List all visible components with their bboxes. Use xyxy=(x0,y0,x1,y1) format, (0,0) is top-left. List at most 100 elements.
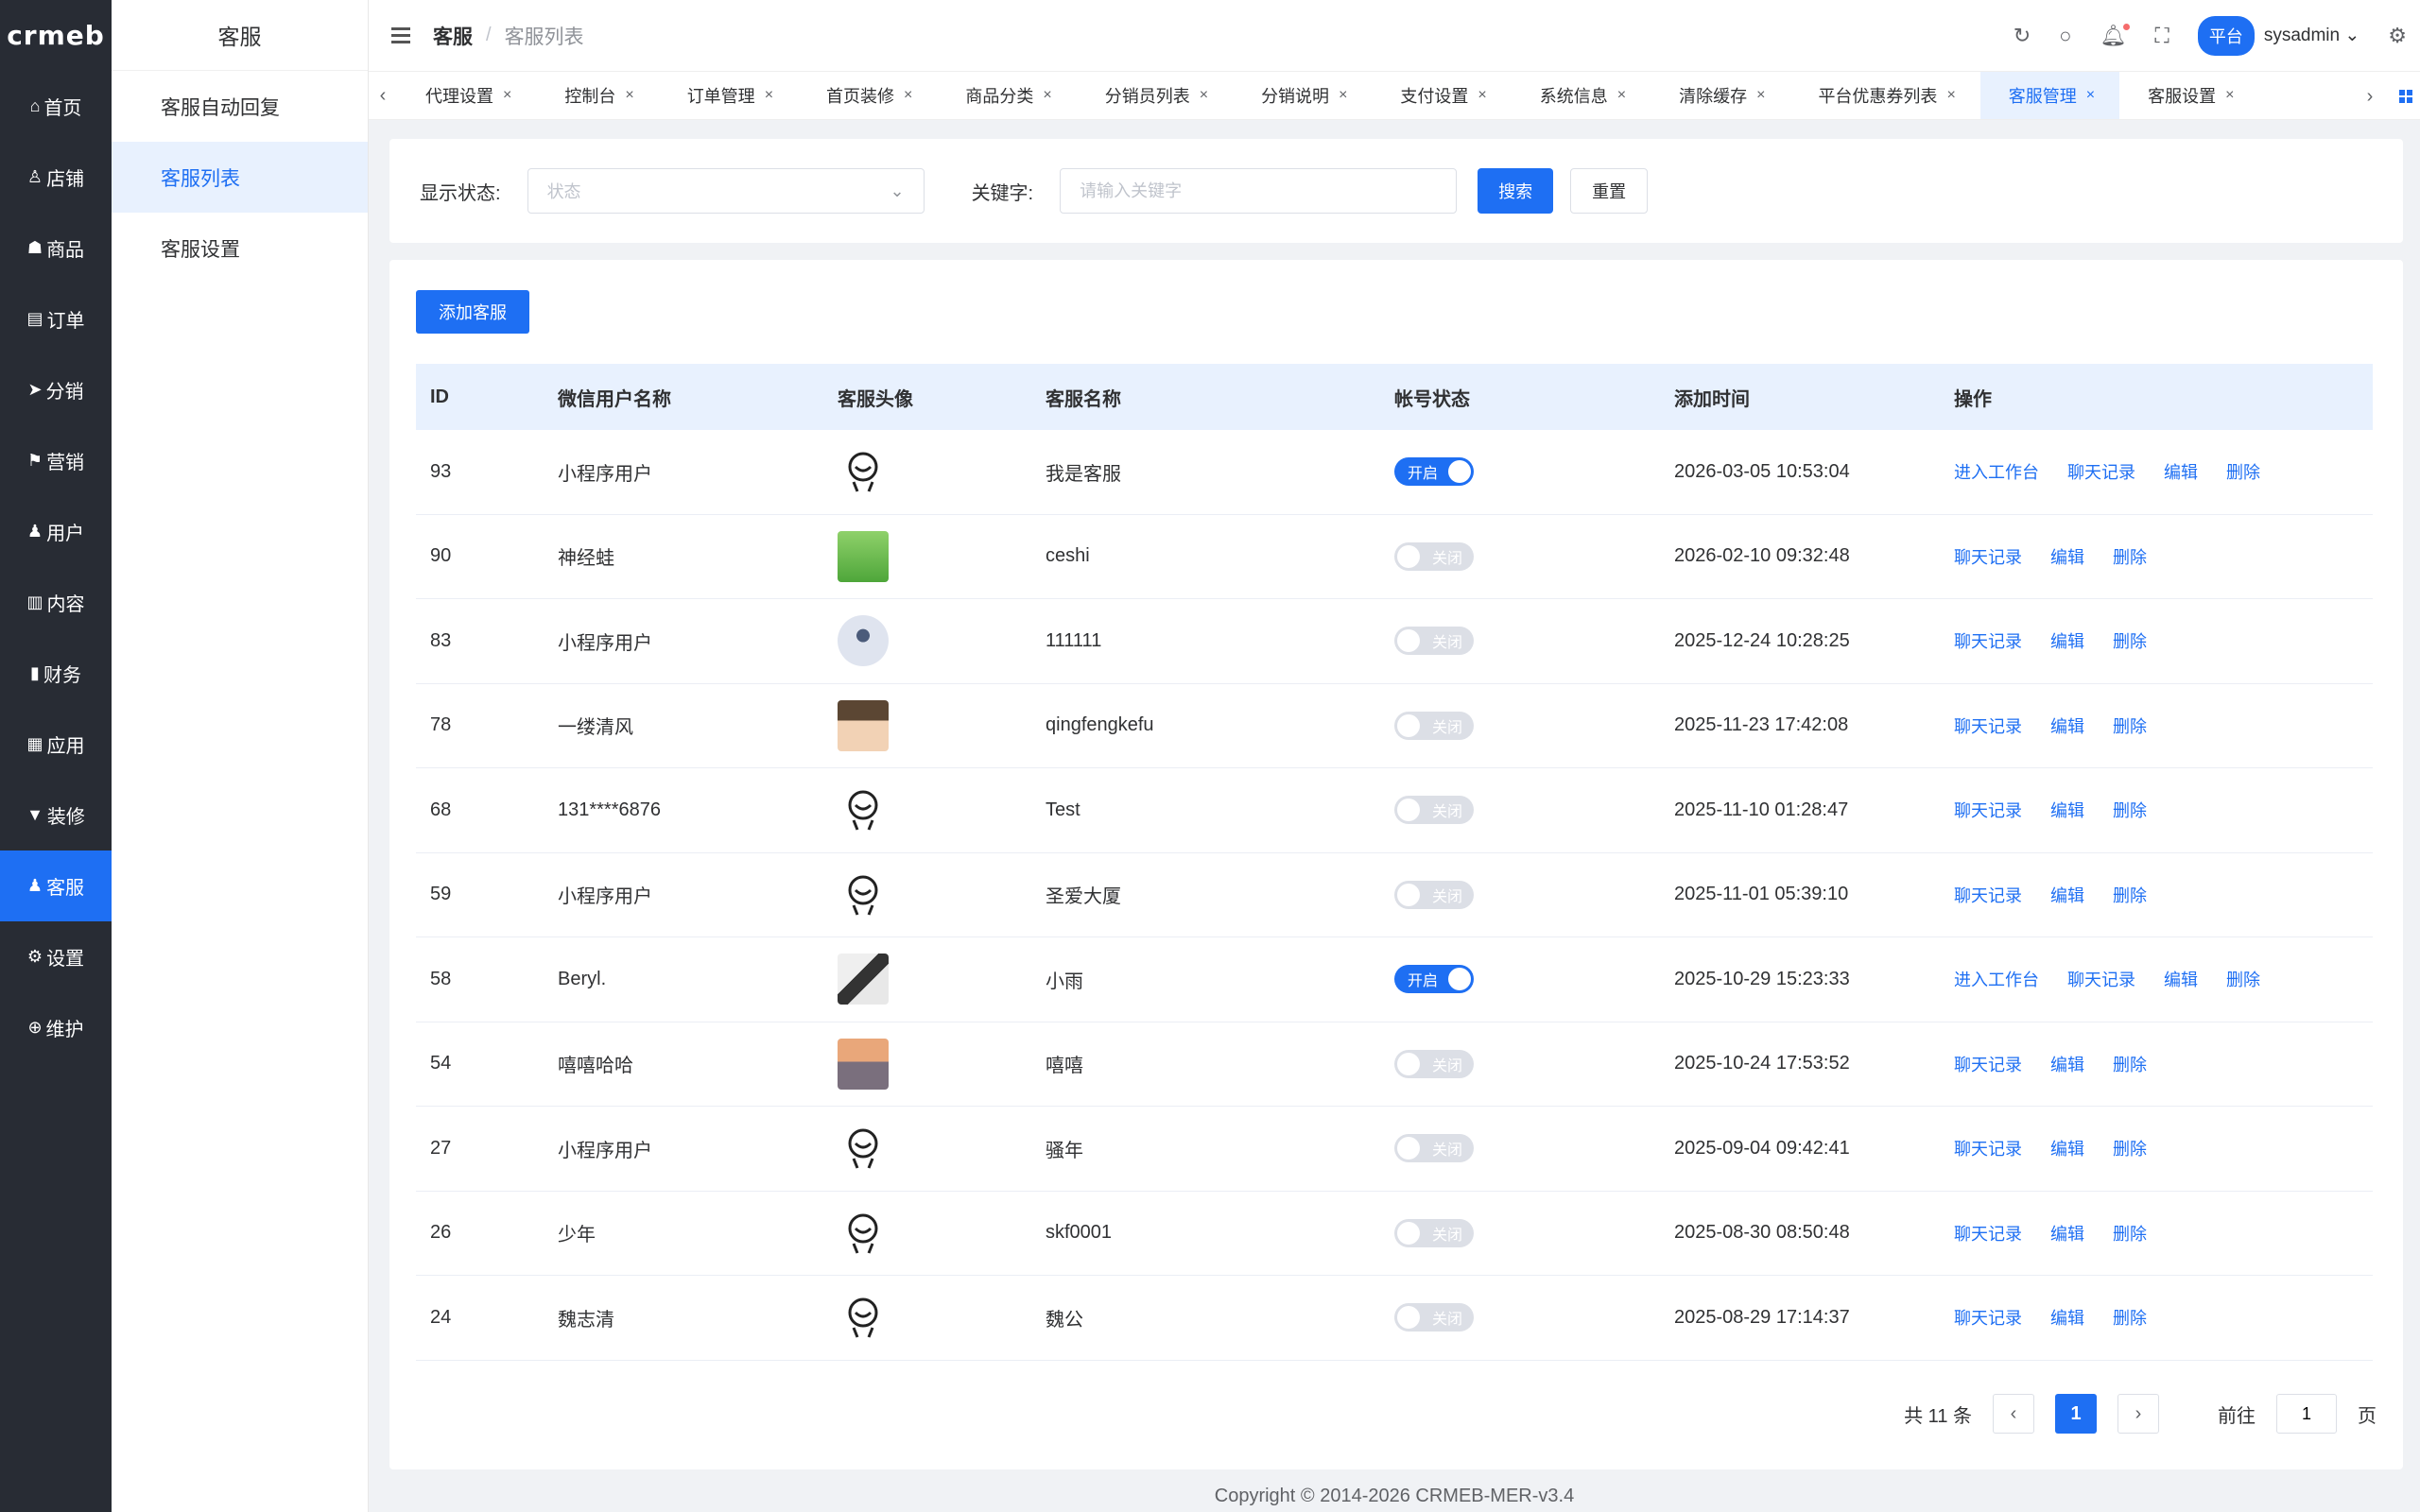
refresh-icon[interactable]: ↻ xyxy=(2014,24,2031,48)
chat-history-link[interactable]: 聊天记录 xyxy=(1954,798,2022,822)
edit-link[interactable]: 编辑 xyxy=(2050,1052,2084,1076)
tab-item[interactable]: 平台优惠券列表 × xyxy=(1789,72,1979,119)
breadcrumb-main[interactable]: 客服 xyxy=(433,22,473,50)
edit-link[interactable]: 编辑 xyxy=(2164,967,2198,991)
edit-link[interactable]: 编辑 xyxy=(2164,459,2198,484)
chat-history-link[interactable]: 聊天记录 xyxy=(1954,883,2022,907)
tab-close-icon[interactable]: × xyxy=(1200,87,1208,104)
goto-page-input[interactable] xyxy=(2276,1394,2337,1434)
tab-item[interactable]: 控制台 × xyxy=(536,72,658,119)
tab-item[interactable]: 支付设置 × xyxy=(1372,72,1511,119)
sidebar-item-user[interactable]: ♟ 用户 xyxy=(0,496,112,567)
delete-link[interactable]: 删除 xyxy=(2113,713,2147,738)
tab-item[interactable]: 客服管理 × xyxy=(1979,72,2120,119)
tab-close-icon[interactable]: × xyxy=(1339,87,1347,104)
delete-link[interactable]: 删除 xyxy=(2113,1221,2147,1246)
tab-close-icon[interactable]: × xyxy=(765,87,773,104)
tab-item[interactable]: 客服设置 × xyxy=(2119,72,2258,119)
tab-close-icon[interactable]: × xyxy=(1756,87,1765,104)
sidebar-item-order[interactable]: ▤ 订单 xyxy=(0,284,112,354)
tabs-scroll-left-icon[interactable]: ‹ xyxy=(369,85,397,107)
status-toggle[interactable]: 关闭 xyxy=(1394,796,1474,825)
reset-button[interactable]: 重置 xyxy=(1570,168,1649,214)
status-toggle[interactable]: 关闭 xyxy=(1394,1134,1474,1163)
sidebar-item-decorate[interactable]: ▼ 装修 xyxy=(0,780,112,850)
sidebar-item-content[interactable]: ▥ 内容 xyxy=(0,567,112,638)
status-toggle[interactable]: 关闭 xyxy=(1394,711,1474,740)
search-icon[interactable]: ○ xyxy=(2059,24,2071,48)
delete-link[interactable]: 删除 xyxy=(2113,798,2147,822)
edit-link[interactable]: 编辑 xyxy=(2050,628,2084,653)
status-toggle[interactable]: 关闭 xyxy=(1394,880,1474,909)
sidebar-item-goods[interactable]: ☗ 商品 xyxy=(0,213,112,284)
keyword-input[interactable] xyxy=(1060,168,1458,214)
status-select[interactable]: 状态 ⌄ xyxy=(527,168,925,214)
fullscreen-icon[interactable]: ⛶ xyxy=(2154,24,2169,48)
search-button[interactable]: 搜索 xyxy=(1478,168,1554,214)
tab-item[interactable]: 系统信息 × xyxy=(1512,72,1651,119)
chat-history-link[interactable]: 聊天记录 xyxy=(1954,628,2022,653)
sidebar-item-gear[interactable]: ⚙ 设置 xyxy=(0,921,112,992)
status-toggle[interactable]: 关闭 xyxy=(1394,1303,1474,1332)
current-page[interactable]: 1 xyxy=(2055,1394,2097,1434)
tab-item[interactable]: 首页装修 × xyxy=(798,72,937,119)
delete-link[interactable]: 删除 xyxy=(2113,1136,2147,1160)
sidebar-item-maintain[interactable]: ⊕ 维护 xyxy=(0,992,112,1063)
chat-history-link[interactable]: 聊天记录 xyxy=(1954,1221,2022,1246)
delete-link[interactable]: 删除 xyxy=(2113,1052,2147,1076)
edit-link[interactable]: 编辑 xyxy=(2050,1305,2084,1330)
tab-item[interactable]: 分销员列表 × xyxy=(1077,72,1233,119)
chat-history-link[interactable]: 聊天记录 xyxy=(1954,713,2022,738)
tab-close-icon[interactable]: × xyxy=(2086,87,2095,104)
sidebar-item-apps[interactable]: ▦ 应用 xyxy=(0,709,112,780)
chat-history-link[interactable]: 聊天记录 xyxy=(2067,459,2135,484)
tabs-scroll-right-icon[interactable]: › xyxy=(2356,86,2384,108)
prev-page-icon[interactable]: ‹ xyxy=(1993,1394,2034,1434)
status-toggle[interactable]: 关闭 xyxy=(1394,1049,1474,1078)
submenu-item[interactable]: 客服列表 xyxy=(112,142,368,213)
status-toggle[interactable]: 关闭 xyxy=(1394,541,1474,571)
status-toggle[interactable]: 开启 xyxy=(1394,457,1474,487)
delete-link[interactable]: 删除 xyxy=(2113,883,2147,907)
edit-link[interactable]: 编辑 xyxy=(2050,544,2084,569)
status-toggle[interactable]: 关闭 xyxy=(1394,1218,1474,1247)
chat-history-link[interactable]: 聊天记录 xyxy=(1954,1305,2022,1330)
workbench-link[interactable]: 进入工作台 xyxy=(1954,967,2039,991)
delete-link[interactable]: 删除 xyxy=(2226,459,2260,484)
tabs-menu-icon[interactable] xyxy=(2399,90,2412,103)
tab-item[interactable]: 清除缓存 × xyxy=(1651,72,1789,119)
delete-link[interactable]: 删除 xyxy=(2113,1305,2147,1330)
sidebar-item-home[interactable]: ⌂ 首页 xyxy=(0,71,112,142)
chat-history-link[interactable]: 聊天记录 xyxy=(1954,544,2022,569)
edit-link[interactable]: 编辑 xyxy=(2050,713,2084,738)
edit-link[interactable]: 编辑 xyxy=(2050,798,2084,822)
delete-link[interactable]: 删除 xyxy=(2226,967,2260,991)
status-toggle[interactable]: 开启 xyxy=(1394,965,1474,994)
next-page-icon[interactable]: › xyxy=(2118,1394,2159,1434)
tab-close-icon[interactable]: × xyxy=(2225,87,2234,104)
user-menu[interactable]: sysadmin ⌄ xyxy=(2264,25,2360,46)
delete-link[interactable]: 删除 xyxy=(2113,628,2147,653)
submenu-item[interactable]: 客服自动回复 xyxy=(112,71,368,142)
chat-history-link[interactable]: 聊天记录 xyxy=(2067,967,2135,991)
tab-item[interactable]: 代理设置 × xyxy=(397,72,536,119)
edit-link[interactable]: 编辑 xyxy=(2050,883,2084,907)
settings-gear-icon[interactable]: ⚙ xyxy=(2388,24,2407,48)
sidebar-item-marketing[interactable]: ⚑ 营销 xyxy=(0,425,112,496)
edit-link[interactable]: 编辑 xyxy=(2050,1221,2084,1246)
tab-close-icon[interactable]: × xyxy=(503,87,511,104)
tab-item[interactable]: 订单管理 × xyxy=(659,72,798,119)
tab-close-icon[interactable]: × xyxy=(1478,87,1486,104)
workbench-link[interactable]: 进入工作台 xyxy=(1954,459,2039,484)
chat-history-link[interactable]: 聊天记录 xyxy=(1954,1136,2022,1160)
edit-link[interactable]: 编辑 xyxy=(2050,1136,2084,1160)
chat-history-link[interactable]: 聊天记录 xyxy=(1954,1052,2022,1076)
tab-item[interactable]: 分销说明 × xyxy=(1233,72,1372,119)
menu-toggle-icon[interactable] xyxy=(391,27,410,43)
tab-close-icon[interactable]: × xyxy=(625,87,633,104)
sidebar-item-distribution[interactable]: ➤ 分销 xyxy=(0,354,112,425)
sidebar-item-service[interactable]: ♟ 客服 xyxy=(0,850,112,921)
tab-item[interactable]: 商品分类 × xyxy=(937,72,1076,119)
tab-close-icon[interactable]: × xyxy=(1043,87,1051,104)
tab-close-icon[interactable]: × xyxy=(1946,87,1955,104)
